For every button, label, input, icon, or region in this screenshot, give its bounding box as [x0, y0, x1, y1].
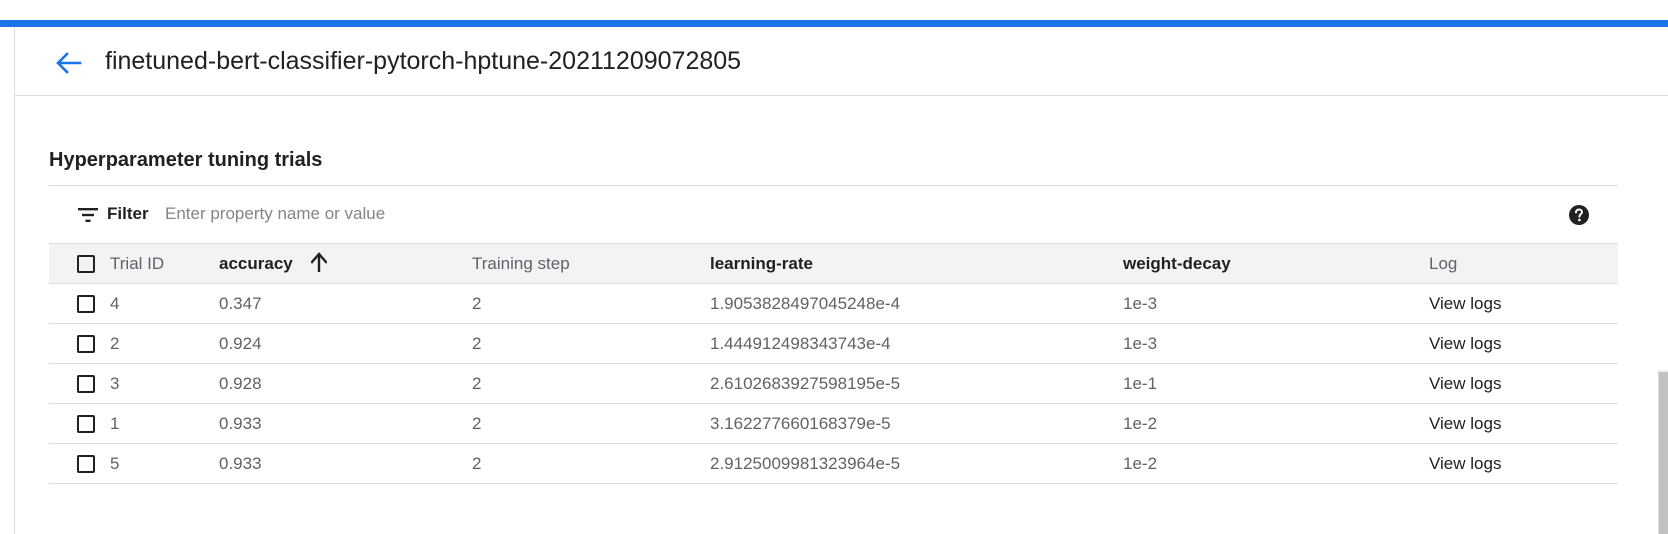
row-checkbox[interactable]: [77, 335, 95, 354]
training-step-cell: 2: [472, 283, 710, 324]
learning-rate-cell: 1.444912498343743e-4: [710, 323, 1123, 364]
view-logs-link[interactable]: View logs: [1429, 283, 1618, 324]
table-row: 4 0.347 2 1.9053828497045248e-4 1e-3 Vie…: [49, 283, 1618, 324]
row-checkbox[interactable]: [77, 455, 95, 474]
weight-decay-cell: 1e-3: [1123, 323, 1429, 364]
page-title: finetuned-bert-classifier-pytorch-hptune…: [105, 47, 742, 75]
table-header-row: Trial ID accuracy Training step learning…: [49, 243, 1618, 284]
learning-rate-cell: 3.162277660168379e-5: [710, 403, 1123, 444]
row-select-cell: [49, 283, 110, 324]
filter-label: Filter: [107, 204, 149, 223]
column-header-training-step[interactable]: Training step: [472, 243, 710, 284]
row-select-cell: [49, 363, 110, 404]
training-step-cell: 2: [472, 363, 710, 404]
learning-rate-cell: 2.6102683927598195e-5: [710, 363, 1123, 404]
learning-rate-cell: 1.9053828497045248e-4: [710, 283, 1123, 324]
weight-decay-cell: 1e-1: [1123, 363, 1429, 404]
row-select-cell: [49, 403, 110, 444]
view-logs-link[interactable]: View logs: [1429, 403, 1618, 444]
view-logs-link[interactable]: View logs: [1429, 323, 1618, 364]
weight-decay-cell: 1e-2: [1123, 443, 1429, 484]
column-header-learning-rate[interactable]: learning-rate: [710, 243, 1123, 284]
column-header-trial-id[interactable]: Trial ID: [110, 243, 219, 284]
page-header: finetuned-bert-classifier-pytorch-hptune…: [15, 27, 1668, 96]
top-accent-stripe: [0, 20, 1668, 27]
trials-table: Trial ID accuracy Training step learning…: [49, 243, 1618, 484]
row-select-cell: [49, 443, 110, 484]
accuracy-cell: 0.933: [219, 443, 472, 484]
arrow-back-icon: [56, 52, 82, 74]
table-row: 3 0.928 2 2.6102683927598195e-5 1e-1 Vie…: [49, 363, 1618, 404]
select-all-cell: [49, 243, 110, 284]
row-select-cell: [49, 323, 110, 364]
column-header-accuracy[interactable]: accuracy: [219, 243, 472, 284]
table-row: 2 0.924 2 1.444912498343743e-4 1e-3 View…: [49, 323, 1618, 364]
vertical-scrollbar-thumb[interactable]: [1659, 372, 1668, 534]
table-row: 1 0.933 2 3.162277660168379e-5 1e-2 View…: [49, 403, 1618, 444]
left-border: [14, 27, 15, 534]
back-button[interactable]: [49, 43, 89, 83]
column-header-log: Log: [1429, 243, 1618, 284]
select-all-checkbox[interactable]: [77, 255, 95, 274]
weight-decay-cell: 1e-2: [1123, 403, 1429, 444]
column-header-accuracy-label: accuracy: [219, 253, 293, 273]
row-checkbox[interactable]: [77, 375, 95, 394]
trial-id-cell: 5: [110, 443, 219, 484]
view-logs-link[interactable]: View logs: [1429, 363, 1618, 404]
accuracy-cell: 0.933: [219, 403, 472, 444]
accuracy-cell: 0.924: [219, 323, 472, 364]
filter-list-icon[interactable]: [78, 207, 98, 223]
column-header-weight-decay[interactable]: weight-decay: [1123, 243, 1429, 284]
weight-decay-cell: 1e-3: [1123, 283, 1429, 324]
trial-id-cell: 3: [110, 363, 219, 404]
learning-rate-cell: 2.9125009981323964e-5: [710, 443, 1123, 484]
filter-bar: Filter: [49, 185, 1618, 243]
view-logs-link[interactable]: View logs: [1429, 443, 1618, 484]
trial-id-cell: 1: [110, 403, 219, 444]
top-bar: [0, 0, 1668, 27]
arrow-upward-icon[interactable]: [311, 252, 328, 273]
accuracy-cell: 0.347: [219, 283, 472, 324]
trial-id-cell: 2: [110, 323, 219, 364]
row-checkbox[interactable]: [77, 295, 95, 314]
training-step-cell: 2: [472, 443, 710, 484]
filter-input[interactable]: [165, 199, 1405, 229]
training-step-cell: 2: [472, 323, 710, 364]
section-title: Hyperparameter tuning trials: [49, 149, 323, 171]
row-checkbox[interactable]: [77, 415, 95, 434]
accuracy-cell: 0.928: [219, 363, 472, 404]
table-row: 5 0.933 2 2.9125009981323964e-5 1e-2 Vie…: [49, 443, 1618, 484]
help-circle-icon[interactable]: [1568, 204, 1590, 226]
training-step-cell: 2: [472, 403, 710, 444]
trial-id-cell: 4: [110, 283, 219, 324]
